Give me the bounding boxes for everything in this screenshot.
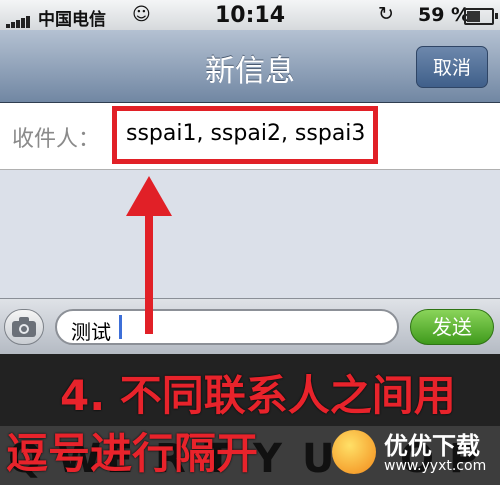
message-area <box>0 170 500 298</box>
watermark-url: www.yyxt.com <box>384 458 487 474</box>
watermark-logo-icon <box>332 430 376 474</box>
caption-line-2: 逗号进行隔开 <box>6 429 259 478</box>
caption-line-1: 4. 不同联系人之间用 <box>60 371 456 420</box>
battery-fill <box>467 11 480 22</box>
watermark: 优优下载 www.yyxt.com <box>332 424 497 482</box>
compose-bar: 测试 发送 <box>0 298 500 355</box>
cancel-button[interactable]: 取消 <box>416 46 488 88</box>
battery-percent: 59 % <box>418 4 471 26</box>
message-text: 测试 <box>71 320 111 344</box>
watermark-name: 优优下载 <box>384 432 480 460</box>
recipient-row[interactable]: 收件人： sspai1, sspai2, sspai3 <box>0 103 500 170</box>
rotation-lock-icon: ↻ <box>378 3 394 25</box>
camera-icon <box>12 317 36 337</box>
nav-bar: 新信息 取消 <box>0 30 500 103</box>
recipient-field[interactable]: sspai1, sspai2, sspai3 <box>126 121 365 146</box>
message-input[interactable]: 测试 <box>55 309 399 345</box>
battery-icon <box>464 8 498 25</box>
camera-button[interactable] <box>4 309 44 345</box>
recipient-label: 收件人： <box>12 127 101 152</box>
status-bar: 中国电信 ☺ 10:14 ↻ 59 % <box>0 0 500 30</box>
key-u[interactable]: U <box>302 436 334 482</box>
arrow-up-icon <box>126 176 172 334</box>
text-caret <box>119 315 122 339</box>
send-button[interactable]: 发送 <box>410 309 494 345</box>
